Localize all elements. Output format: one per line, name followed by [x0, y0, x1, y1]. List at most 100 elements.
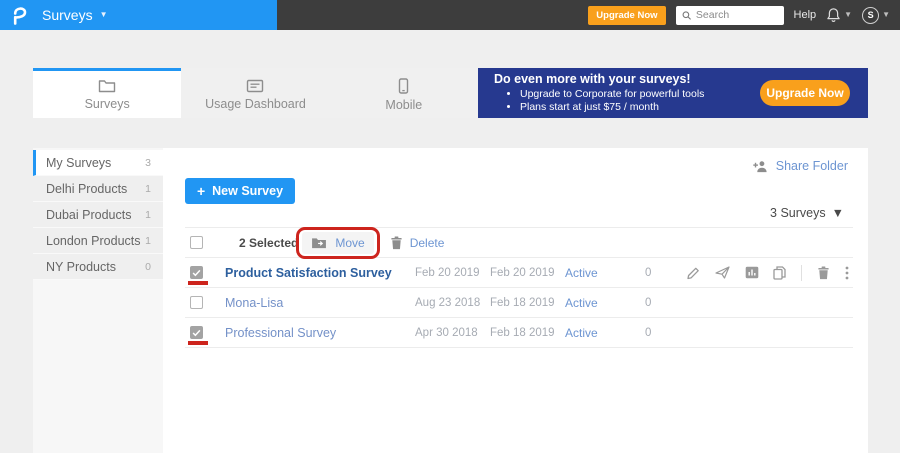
- created-date: Apr 30 2018: [415, 327, 490, 339]
- banner-title: Do even more with your surveys!: [494, 72, 760, 86]
- row-checkbox[interactable]: [190, 326, 203, 339]
- folder-count: 0: [145, 261, 151, 273]
- sidebar-item-ny-products[interactable]: NY Products 0: [33, 254, 163, 280]
- bell-icon: [826, 7, 841, 23]
- tabs-and-banner-band: Surveys Usage Dashboard Mobile Do even m…: [33, 68, 868, 118]
- notifications-menu[interactable]: ▼: [826, 7, 852, 23]
- topbar-controls: Upgrade Now Help ▼ S ▼: [277, 0, 900, 30]
- responses-count: 0: [645, 297, 680, 309]
- delete-icon[interactable]: [817, 266, 830, 280]
- banner-upgrade-button[interactable]: Upgrade Now: [760, 80, 850, 106]
- mobile-icon: [398, 78, 409, 94]
- tab-mobile[interactable]: Mobile: [330, 68, 478, 118]
- tab-usage-dashboard[interactable]: Usage Dashboard: [181, 68, 329, 118]
- tab-label: Usage Dashboard: [205, 97, 306, 111]
- status-badge[interactable]: Active: [565, 326, 645, 340]
- folder-count: 1: [145, 235, 151, 247]
- row-checkbox[interactable]: [190, 266, 203, 279]
- row-checkbox-cell: [185, 258, 225, 287]
- folder-label: My Surveys: [46, 156, 145, 170]
- search-icon: [682, 10, 691, 21]
- proprofs-logo-icon[interactable]: [11, 4, 28, 26]
- tab-label: Surveys: [85, 97, 130, 111]
- modified-date: Feb 18 2019: [490, 327, 565, 339]
- delete-label: Delete: [410, 236, 445, 250]
- help-link[interactable]: Help: [794, 9, 817, 21]
- account-menu[interactable]: S ▼: [862, 7, 890, 24]
- banner-bullet-list: Upgrade to Corporate for powerful tools …: [520, 88, 760, 114]
- top-bar: Surveys ▼ Upgrade Now Help ▼ S ▼: [0, 0, 900, 30]
- chevron-down-icon: ▼: [832, 207, 844, 220]
- edit-icon[interactable]: [686, 266, 700, 280]
- move-folder-icon: [311, 237, 327, 249]
- new-survey-label: New Survey: [212, 184, 283, 198]
- view-tabs: Surveys Usage Dashboard Mobile: [33, 68, 478, 118]
- responses-count: 0: [645, 327, 680, 339]
- folder-label: NY Products: [46, 260, 145, 274]
- more-icon[interactable]: [845, 266, 849, 280]
- folder-label: Dubai Products: [46, 208, 145, 222]
- delete-button[interactable]: Delete: [390, 236, 445, 250]
- row-checkbox-cell: [185, 318, 225, 347]
- banner-bullet: Plans start at just $75 / month: [520, 101, 760, 114]
- surveys-count-label: 3 Surveys: [770, 206, 826, 220]
- status-badge[interactable]: Active: [565, 266, 645, 280]
- sidebar-item-delhi-products[interactable]: Delhi Products 1: [33, 176, 163, 202]
- app-menu-label: Surveys: [42, 7, 93, 23]
- share-folder-link[interactable]: Share Folder: [753, 159, 848, 173]
- surveys-count-dropdown[interactable]: 3 Surveys ▼: [770, 206, 844, 220]
- app-switcher-menu[interactable]: Surveys ▼: [42, 7, 108, 23]
- survey-title-link[interactable]: Product Satisfaction Survey: [225, 266, 415, 280]
- share-person-icon: [753, 160, 769, 173]
- chevron-down-icon: ▼: [882, 11, 890, 19]
- topbar-brand-area: Surveys ▼: [0, 0, 277, 30]
- sidebar-item-dubai-products[interactable]: Dubai Products 1: [33, 202, 163, 228]
- reports-icon[interactable]: [745, 266, 759, 279]
- plus-icon: +: [197, 183, 205, 199]
- red-underline-annotation: [188, 341, 208, 345]
- folder-label: Delhi Products: [46, 182, 145, 196]
- folder-count: 3: [145, 157, 151, 169]
- status-badge[interactable]: Active: [565, 296, 645, 310]
- table-row: Product Satisfaction Survey Feb 20 2019 …: [185, 258, 853, 288]
- send-icon[interactable]: [715, 266, 730, 279]
- avatar: S: [862, 7, 879, 24]
- share-folder-label: Share Folder: [776, 159, 848, 173]
- folder-label: London Products: [46, 234, 145, 248]
- survey-title-link[interactable]: Professional Survey: [225, 326, 415, 340]
- row-checkbox-cell: [185, 288, 225, 317]
- folder-icon: [98, 79, 116, 93]
- table-row: Mona-Lisa Aug 23 2018 Feb 18 2019 Active…: [185, 288, 853, 318]
- search-input[interactable]: [696, 9, 778, 21]
- surveys-content-card: My Surveys 3 Delhi Products 1 Dubai Prod…: [33, 148, 868, 453]
- created-date: Aug 23 2018: [415, 297, 490, 309]
- survey-list-main: Share Folder + New Survey 3 Surveys ▼ 2 …: [163, 148, 868, 453]
- search-box[interactable]: [676, 6, 784, 25]
- duplicate-icon[interactable]: [773, 266, 786, 280]
- row-checkbox[interactable]: [190, 296, 203, 309]
- chevron-down-icon: ▼: [844, 11, 852, 19]
- folders-sidebar: My Surveys 3 Delhi Products 1 Dubai Prod…: [33, 148, 163, 453]
- modified-date: Feb 20 2019: [490, 267, 565, 279]
- move-button[interactable]: Move: [302, 232, 373, 254]
- sidebar-item-my-surveys[interactable]: My Surveys 3: [33, 150, 163, 176]
- selection-toolbar: 2 Selected Move: [185, 227, 853, 258]
- sidebar-item-london-products[interactable]: London Products 1: [33, 228, 163, 254]
- move-label: Move: [335, 236, 364, 250]
- dashboard-icon: [246, 79, 264, 93]
- selected-count-label: 2 Selected: [239, 236, 298, 250]
- folder-count: 1: [145, 183, 151, 195]
- upgrade-now-button[interactable]: Upgrade Now: [588, 6, 665, 25]
- table-row: Professional Survey Apr 30 2018 Feb 18 2…: [185, 318, 853, 348]
- survey-title-link[interactable]: Mona-Lisa: [225, 296, 415, 310]
- folder-count: 1: [145, 209, 151, 221]
- select-all-checkbox[interactable]: [190, 236, 203, 249]
- responses-count: 0: [645, 267, 680, 279]
- chevron-down-icon: ▼: [100, 11, 108, 19]
- tab-surveys[interactable]: Surveys: [33, 68, 181, 118]
- banner-text: Do even more with your surveys! Upgrade …: [494, 72, 760, 114]
- new-survey-button[interactable]: + New Survey: [185, 178, 295, 204]
- surveys-table: 2 Selected Move: [185, 227, 853, 348]
- divider: [801, 265, 802, 281]
- modified-date: Feb 18 2019: [490, 297, 565, 309]
